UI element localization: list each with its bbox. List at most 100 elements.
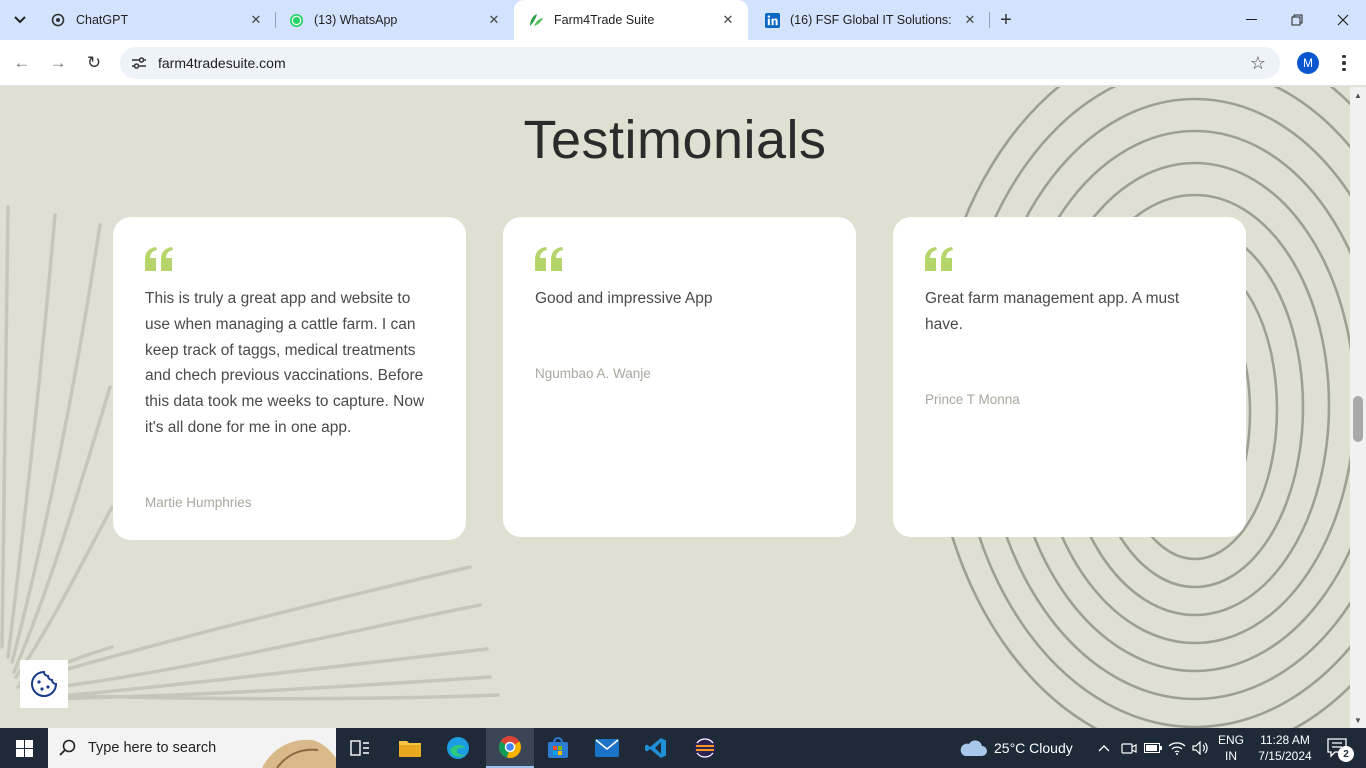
reload-button[interactable]: ↻: [80, 49, 108, 77]
search-icon: [48, 739, 88, 757]
windows-logo-icon: [15, 739, 33, 757]
tab-linkedin[interactable]: (16) FSF Global IT Solutions: My ✕: [750, 0, 990, 40]
scroll-up-arrow-icon[interactable]: ▲: [1350, 87, 1366, 103]
start-button[interactable]: [0, 728, 48, 768]
site-settings-icon[interactable]: [128, 52, 150, 74]
network-status[interactable]: [1166, 728, 1188, 768]
back-button[interactable]: ←: [8, 49, 36, 77]
show-hidden-icons-button[interactable]: [1094, 728, 1114, 768]
testimonial-text: Good and impressive App: [535, 290, 713, 307]
close-tab-icon[interactable]: ✕: [962, 12, 978, 28]
tab-farm4trade[interactable]: Farm4Trade Suite ✕: [514, 0, 748, 40]
browser-menu-icon[interactable]: [1334, 52, 1354, 74]
close-tab-icon[interactable]: ✕: [248, 12, 264, 28]
quote-mark-icon: [145, 247, 173, 271]
testimonial-card: Great farm management app. A must have. …: [893, 217, 1246, 537]
restore-icon: [1291, 14, 1303, 26]
microsoft-store-button[interactable]: [534, 728, 582, 768]
mail-button[interactable]: [583, 728, 631, 768]
quote-mark-icon: [925, 247, 953, 271]
page-scrollbar[interactable]: ▲ ▼: [1350, 87, 1366, 728]
task-view-button[interactable]: [336, 728, 384, 768]
testimonial-text: Great farm management app. A must have.: [925, 290, 1180, 333]
tab-separator: [989, 12, 990, 28]
testimonial-author: Ngumbao A. Wanje: [535, 365, 651, 381]
vscode-button[interactable]: [632, 728, 680, 768]
testimonial-text: This is truly a great app and website to…: [145, 290, 425, 436]
whatsapp-icon: [288, 12, 304, 28]
cookie-icon: [31, 670, 58, 697]
reload-icon: ↻: [86, 53, 102, 72]
farm4trade-leaf-icon: [528, 12, 544, 28]
wifi-icon: [1168, 742, 1186, 755]
scroll-down-arrow-icon[interactable]: ▼: [1350, 712, 1366, 728]
battery-status[interactable]: [1142, 728, 1164, 768]
plus-icon: +: [1000, 8, 1012, 31]
testimonial-author: Prince T Monna: [925, 391, 1020, 407]
speaker-icon: [1192, 741, 1208, 755]
new-tab-button[interactable]: +: [994, 8, 1018, 32]
battery-icon: [1144, 743, 1162, 753]
taskbar-search-box[interactable]: Type here to search: [48, 728, 336, 768]
testimonial-card: Good and impressive App Ngumbao A. Wanje: [503, 217, 856, 537]
cloud-icon: [960, 740, 987, 756]
page-viewport: Testimonials This is truly a great app a…: [0, 87, 1350, 728]
chrome-icon: [499, 736, 521, 759]
tab-title: (13) WhatsApp: [314, 13, 398, 27]
system-clock[interactable]: 11:28 AM 7/15/2024: [1254, 732, 1316, 764]
volume-control[interactable]: [1190, 728, 1212, 768]
clock-time: 11:28 AM: [1260, 733, 1310, 747]
notification-count-badge: 2: [1338, 746, 1354, 762]
tab-whatsapp[interactable]: (13) WhatsApp ✕: [274, 0, 514, 40]
cookie-settings-button[interactable]: [20, 660, 68, 708]
tab-title: ChatGPT: [76, 13, 129, 27]
file-explorer-button[interactable]: [386, 728, 434, 768]
notification-center-button[interactable]: 2: [1318, 728, 1358, 768]
weather-widget[interactable]: 25°C Cloudy: [958, 728, 1073, 768]
browser-toolbar: ← → ↻ farm4tradesuite.com ☆ M: [0, 40, 1366, 86]
tab-title: Farm4Trade Suite: [554, 13, 655, 27]
search-placeholder: Type here to search: [88, 740, 217, 756]
bookmark-star-icon[interactable]: ☆: [1248, 53, 1268, 73]
minimize-icon: [1245, 19, 1257, 20]
store-icon: [548, 737, 568, 758]
arrow-left-icon: ←: [13, 53, 31, 72]
tab-search-dropdown-button[interactable]: [6, 6, 34, 34]
region-code: IN: [1225, 749, 1237, 763]
search-highlight-illustration: [262, 739, 336, 768]
edge-browser-button[interactable]: [434, 728, 482, 768]
eclipse-button[interactable]: [681, 728, 729, 768]
windows-taskbar: Type here to search 25°C Cloudy ENG IN 1…: [0, 728, 1366, 768]
arrow-right-icon: →: [49, 53, 67, 72]
linkedin-icon: [764, 12, 780, 28]
edge-icon: [447, 737, 469, 759]
mail-icon: [595, 739, 619, 757]
tab-strip: ChatGPT ✕ (13) WhatsApp ✕ Farm4Trade Sui…: [0, 0, 1366, 40]
forward-button[interactable]: →: [44, 49, 72, 77]
folder-icon: [399, 741, 421, 757]
input-language-indicator[interactable]: ENG IN: [1214, 732, 1248, 764]
close-icon: [1337, 14, 1349, 26]
minimize-button[interactable]: [1228, 0, 1274, 40]
camera-icon: [1121, 743, 1137, 754]
scroll-thumb[interactable]: [1353, 396, 1363, 442]
restore-button[interactable]: [1274, 0, 1320, 40]
clock-date: 7/15/2024: [1258, 749, 1312, 763]
testimonial-author: Martie Humphries: [145, 494, 252, 510]
address-bar[interactable]: farm4tradesuite.com ☆: [120, 47, 1280, 79]
url-text[interactable]: farm4tradesuite.com: [158, 55, 286, 71]
quote-mark-icon: [535, 247, 563, 271]
tab-title: (16) FSF Global IT Solutions: My: [790, 13, 956, 27]
close-tab-icon[interactable]: ✕: [486, 12, 502, 28]
meet-now-button[interactable]: [1118, 728, 1140, 768]
chevron-down-icon: [14, 16, 26, 24]
close-tab-icon[interactable]: ✕: [720, 12, 736, 28]
chrome-button[interactable]: [486, 728, 534, 768]
weather-text: 25°C Cloudy: [994, 740, 1073, 756]
tab-chatgpt[interactable]: ChatGPT ✕: [36, 0, 276, 40]
close-window-button[interactable]: [1320, 0, 1366, 40]
testimonials-heading: Testimonials: [523, 110, 827, 170]
language-code: ENG: [1217, 733, 1244, 747]
profile-avatar[interactable]: M: [1297, 52, 1319, 74]
task-view-icon: [350, 740, 369, 756]
